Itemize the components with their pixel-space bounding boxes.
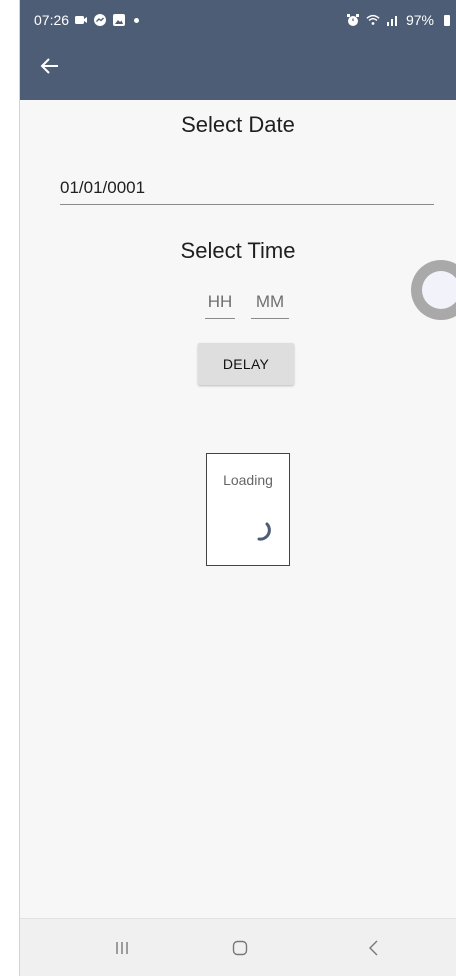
nav-back-button[interactable] (354, 933, 394, 963)
select-date-heading: Select Date (181, 112, 295, 137)
status-right: 97% (346, 11, 454, 29)
select-time-heading: Select Time (180, 238, 296, 263)
app-bar: 07:26 97% (20, 0, 456, 100)
status-bar: 07:26 97% (20, 0, 456, 40)
hour-input[interactable]: HH (205, 290, 235, 319)
delay-button[interactable]: DELAY (198, 343, 294, 385)
assistive-touch-button[interactable] (411, 260, 456, 320)
back-icon (369, 940, 378, 956)
back-button[interactable] (38, 54, 62, 78)
wifi-icon (366, 13, 380, 27)
phone-screen: 07:26 97% Select Date 01/01/0001 Select … (20, 0, 456, 976)
assistive-touch-inner (422, 271, 456, 309)
notification-dot-icon (134, 17, 140, 23)
battery-percent: 97% (405, 12, 434, 28)
messenger-icon (93, 13, 107, 27)
loading-label: Loading (223, 472, 273, 488)
home-button[interactable] (220, 933, 260, 963)
spinner-icon (257, 522, 271, 541)
status-time: 07:26 (34, 12, 70, 28)
screen-record-icon (74, 13, 88, 27)
home-icon (232, 940, 248, 956)
arrow-left-icon (40, 58, 58, 74)
gallery-icon (112, 13, 126, 27)
alarm-icon (346, 13, 360, 27)
recents-button[interactable] (102, 933, 142, 963)
loading-dialog: Loading (206, 453, 290, 566)
recents-icon (116, 942, 128, 954)
status-left: 07:26 (34, 11, 140, 29)
date-input[interactable]: 01/01/0001 (60, 176, 434, 205)
signal-icon (386, 13, 400, 27)
minute-input[interactable]: MM (251, 290, 289, 319)
battery-icon (440, 13, 454, 27)
system-nav-bar (20, 918, 456, 976)
